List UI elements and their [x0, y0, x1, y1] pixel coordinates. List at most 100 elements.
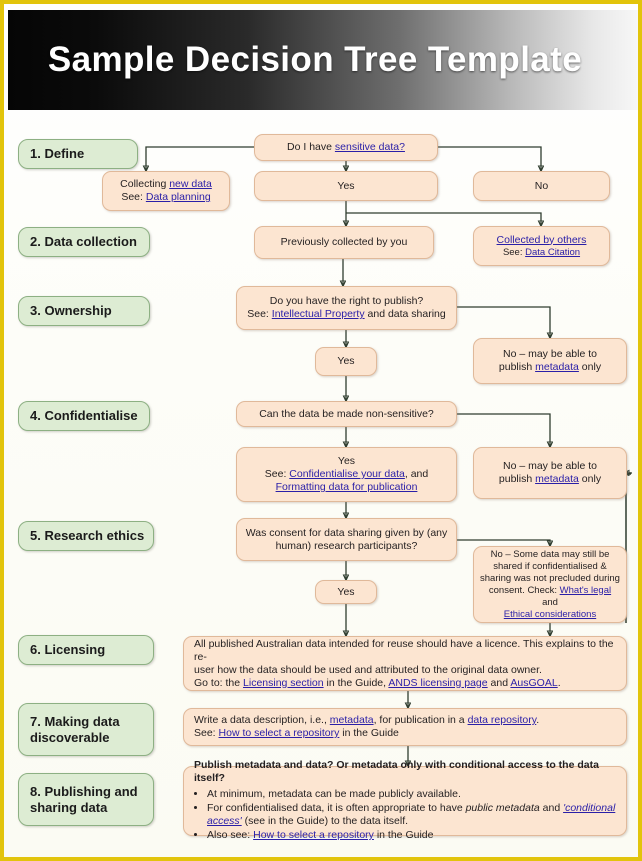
stage-2-data-collection[interactable]: 2. Data collection [18, 227, 150, 257]
link-new-data[interactable]: new data [169, 178, 212, 190]
node-label: Can the data be made non-sensitive? [259, 407, 434, 420]
stage-1-define[interactable]: 1. Define [18, 139, 138, 169]
link-data-planning[interactable]: Data planning [146, 191, 211, 203]
text-prefix: publish [498, 473, 536, 485]
node-previously-collected-by-you[interactable]: Previously collected by you [254, 226, 434, 259]
stage-label: 7. Making data discoverable [30, 713, 120, 745]
link-how-to-select-a-repository[interactable]: How to select a repository [253, 829, 374, 841]
link-collected-by-others[interactable]: Collected by others [497, 234, 587, 246]
node-line: Do I have sensitive data? [287, 141, 405, 154]
node-line-2: See: Data Citation [503, 247, 580, 259]
text-mid: , for publication in a [373, 714, 468, 726]
text-prefix: publish [498, 361, 536, 373]
text-prefix: For confidentialised data, it is often a… [207, 802, 466, 814]
node-yes-sensitive[interactable]: Yes [254, 171, 438, 201]
node-label: Yes [337, 355, 355, 367]
text-mid: and [539, 802, 564, 814]
node-line-2: See: Confidentialise your data, and [265, 468, 428, 481]
question-non-sensitive[interactable]: Can the data be made non-sensitive? [236, 401, 457, 427]
publishing-heading: Publish metadata and data? Or metadata o… [194, 759, 599, 784]
text-suffix: . [557, 676, 561, 689]
stage-6-licensing[interactable]: 6. Licensing [18, 635, 154, 665]
question-sensitive-data[interactable]: Do I have sensitive data? [254, 134, 438, 161]
node-line-2: human) research participants? [275, 539, 418, 552]
node-line-1: All published Australian data intended f… [194, 637, 614, 663]
question-consent-for-data-sharing[interactable]: Was consent for data sharing given by (a… [236, 518, 457, 561]
text-prefix: Write a data description, i.e., [194, 714, 330, 726]
link-data-citation[interactable]: Data Citation [525, 247, 580, 258]
text-suffix: in the Guide [373, 829, 434, 841]
link-metadata[interactable]: metadata [535, 361, 579, 373]
text-prefix: See: [121, 191, 146, 203]
text-suffix: only [578, 361, 602, 373]
list-item: For confidentialised data, it is often a… [207, 802, 616, 828]
node-yes-ethics[interactable]: Yes [315, 580, 377, 604]
node-label: Previously collected by you [280, 236, 408, 248]
node-line-1: Write a data description, i.e., metadata… [194, 714, 539, 727]
link-ethical-considerations[interactable]: Ethical considerations [504, 609, 596, 620]
text-mid: and [487, 676, 511, 689]
link-ands-licensing-page[interactable]: ANDS licensing page [388, 677, 487, 689]
question-right-to-publish[interactable]: Do you have the right to publish? See: I… [236, 286, 457, 330]
text-suffix: only [578, 473, 602, 485]
node-line-2: See: Data planning [121, 191, 210, 204]
node-making-data-discoverable-info[interactable]: Write a data description, i.e., metadata… [183, 708, 627, 746]
link-metadata[interactable]: metadata [535, 473, 579, 485]
stage-4-confidentialise[interactable]: 4. Confidentialise [18, 401, 150, 431]
stage-7-making-data-discoverable[interactable]: 7. Making data discoverable [18, 703, 154, 756]
node-line-4: consent. Check: What's legal and [480, 585, 620, 609]
node-no-metadata-only-2[interactable]: No – may be able to publish metadata onl… [473, 447, 627, 499]
node-line-1: Collecting new data [120, 178, 212, 191]
link-formatting-data-for-publication[interactable]: Formatting data for publication [276, 481, 418, 493]
text-prefix: Do I have [287, 141, 335, 153]
node-line-2: publish metadata only [499, 473, 601, 486]
node-line-2: See: Intellectual Property and data shar… [247, 308, 446, 321]
text-prefix: Go to: the [194, 676, 244, 689]
link-intellectual-property[interactable]: Intellectual Property [272, 308, 365, 320]
node-line-1: No – may be able to [503, 460, 597, 472]
node-line-5: Ethical considerations [504, 609, 596, 621]
link-how-to-select-a-repository[interactable]: How to select a repository [219, 727, 340, 739]
node-label: No [534, 179, 549, 192]
node-collecting-new-data[interactable]: Collecting new data See: Data planning [102, 171, 230, 211]
node-yes-confidentialise[interactable]: Yes See: Confidentialise your data, and … [236, 447, 457, 502]
node-line-1: Do you have the right to publish? [269, 295, 424, 307]
node-line-1: Yes [337, 455, 356, 467]
stage-3-ownership[interactable]: 3. Ownership [18, 296, 150, 326]
link-metadata[interactable]: metadata [330, 714, 374, 726]
node-yes-ownership[interactable]: Yes [315, 347, 377, 376]
node-no-some-data-shared[interactable]: No – Some data may still be shared if co… [473, 546, 627, 623]
link-sensitive-data[interactable]: sensitive data? [335, 141, 405, 153]
node-publishing-and-sharing-info[interactable]: Publish metadata and data? Or metadata o… [183, 759, 627, 841]
link-data-repository[interactable]: data repository [468, 714, 537, 726]
stage-label: 5. Research ethics [30, 528, 145, 543]
node-licensing-info[interactable]: All published Australian data intended f… [183, 636, 627, 691]
text-suffix: . [536, 714, 540, 726]
node-label: Yes [337, 585, 355, 598]
decision-tree-page: Sample Decision Tree Template 1. Define … [0, 0, 642, 861]
stage-label: 1. Define [30, 146, 85, 161]
link-confidentialise-your-data[interactable]: Confidentialise your data [289, 468, 405, 480]
text-prefix: consent. Check: [488, 584, 560, 596]
stage-label: 2. Data collection [30, 234, 137, 249]
link-ausgoal[interactable]: AusGOAL [510, 677, 557, 689]
node-no-metadata-only-1[interactable]: No – may be able to publish metadata onl… [473, 338, 627, 384]
text-mid: in the Guide, [323, 676, 389, 689]
stage-5-research-ethics[interactable]: 5. Research ethics [18, 521, 154, 551]
text-prefix: See: [502, 246, 526, 258]
link-whats-legal[interactable]: What's legal [560, 585, 611, 596]
text-suffix: (see in the Guide) to the data itself. [241, 815, 409, 827]
node-line-1: No – Some data may still be [490, 548, 610, 560]
stage-label: 6. Licensing [30, 642, 106, 657]
node-line-2: See: How to select a repository in the G… [194, 727, 399, 740]
page-title: Sample Decision Tree Template [47, 40, 583, 79]
node-collected-by-others[interactable]: Collected by others See: Data Citation [473, 226, 610, 266]
node-line-2: user how the data should be used and att… [194, 663, 542, 676]
node-no-sensitive[interactable]: No [473, 171, 610, 201]
node-line-2: publish metadata only [499, 361, 601, 374]
node-line-1: No – may be able to [503, 348, 597, 360]
node-line-1: Was consent for data sharing given by (a… [245, 526, 448, 539]
node-line-3: Formatting data for publication [276, 481, 418, 494]
stage-8-publishing-and-sharing-data[interactable]: 8. Publishing and sharing data [18, 773, 154, 826]
link-licensing-section[interactable]: Licensing section [243, 677, 324, 689]
